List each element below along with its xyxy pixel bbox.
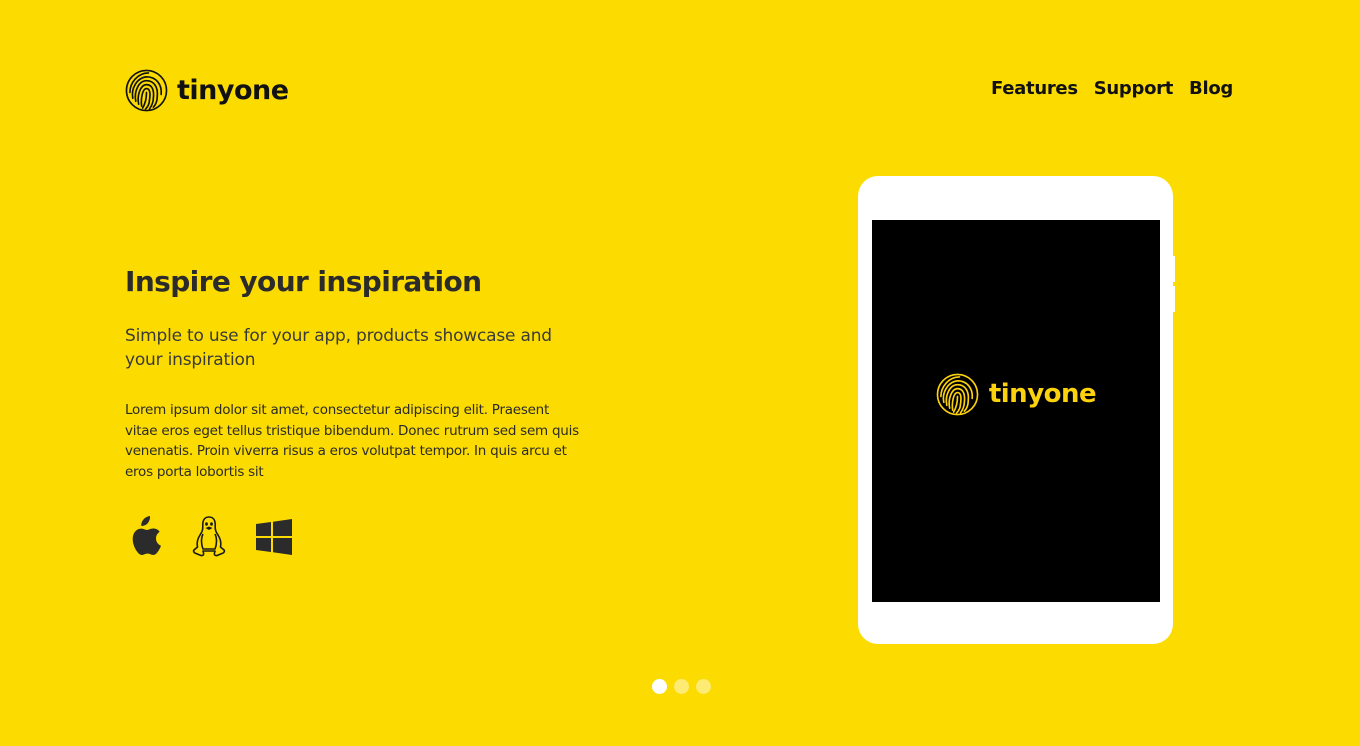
tablet-side-button xyxy=(1172,286,1175,312)
site-header: tinyone Features Support Blog xyxy=(125,68,1233,114)
nav-support[interactable]: Support xyxy=(1094,78,1174,99)
slider-dot-1[interactable] xyxy=(652,679,667,694)
nav-features[interactable]: Features xyxy=(991,78,1078,99)
brand-name: tinyone xyxy=(177,74,289,106)
fingerprint-icon xyxy=(936,373,979,415)
hero-subtitle: Simple to use for your app, products sho… xyxy=(125,326,552,370)
hero-title: Inspire your inspiration xyxy=(125,265,482,298)
screen-logo: tinyone xyxy=(936,373,1097,416)
logo-link[interactable]: tinyone xyxy=(125,68,289,112)
slider-dot-3[interactable] xyxy=(696,679,711,694)
fingerprint-icon xyxy=(125,69,168,111)
tablet-screen: tinyone xyxy=(872,220,1160,602)
screen-brand-name: tinyone xyxy=(988,379,1097,409)
hero-body: Lorem ipsum dolor sit amet, consectetur … xyxy=(125,402,579,480)
tablet-mockup: tinyone xyxy=(858,176,1175,644)
hero-section: Inspire your inspiration Simple to use f… xyxy=(125,262,585,482)
apple-icon[interactable] xyxy=(125,516,163,558)
linux-icon[interactable] xyxy=(190,516,228,558)
windows-icon[interactable] xyxy=(255,516,293,558)
platform-icons xyxy=(125,516,320,558)
slider-dot-2[interactable] xyxy=(674,679,689,694)
tablet-side-button xyxy=(1172,256,1175,282)
slider-dots xyxy=(652,679,711,694)
nav-blog[interactable]: Blog xyxy=(1189,78,1233,99)
main-nav: Features Support Blog xyxy=(991,78,1233,99)
